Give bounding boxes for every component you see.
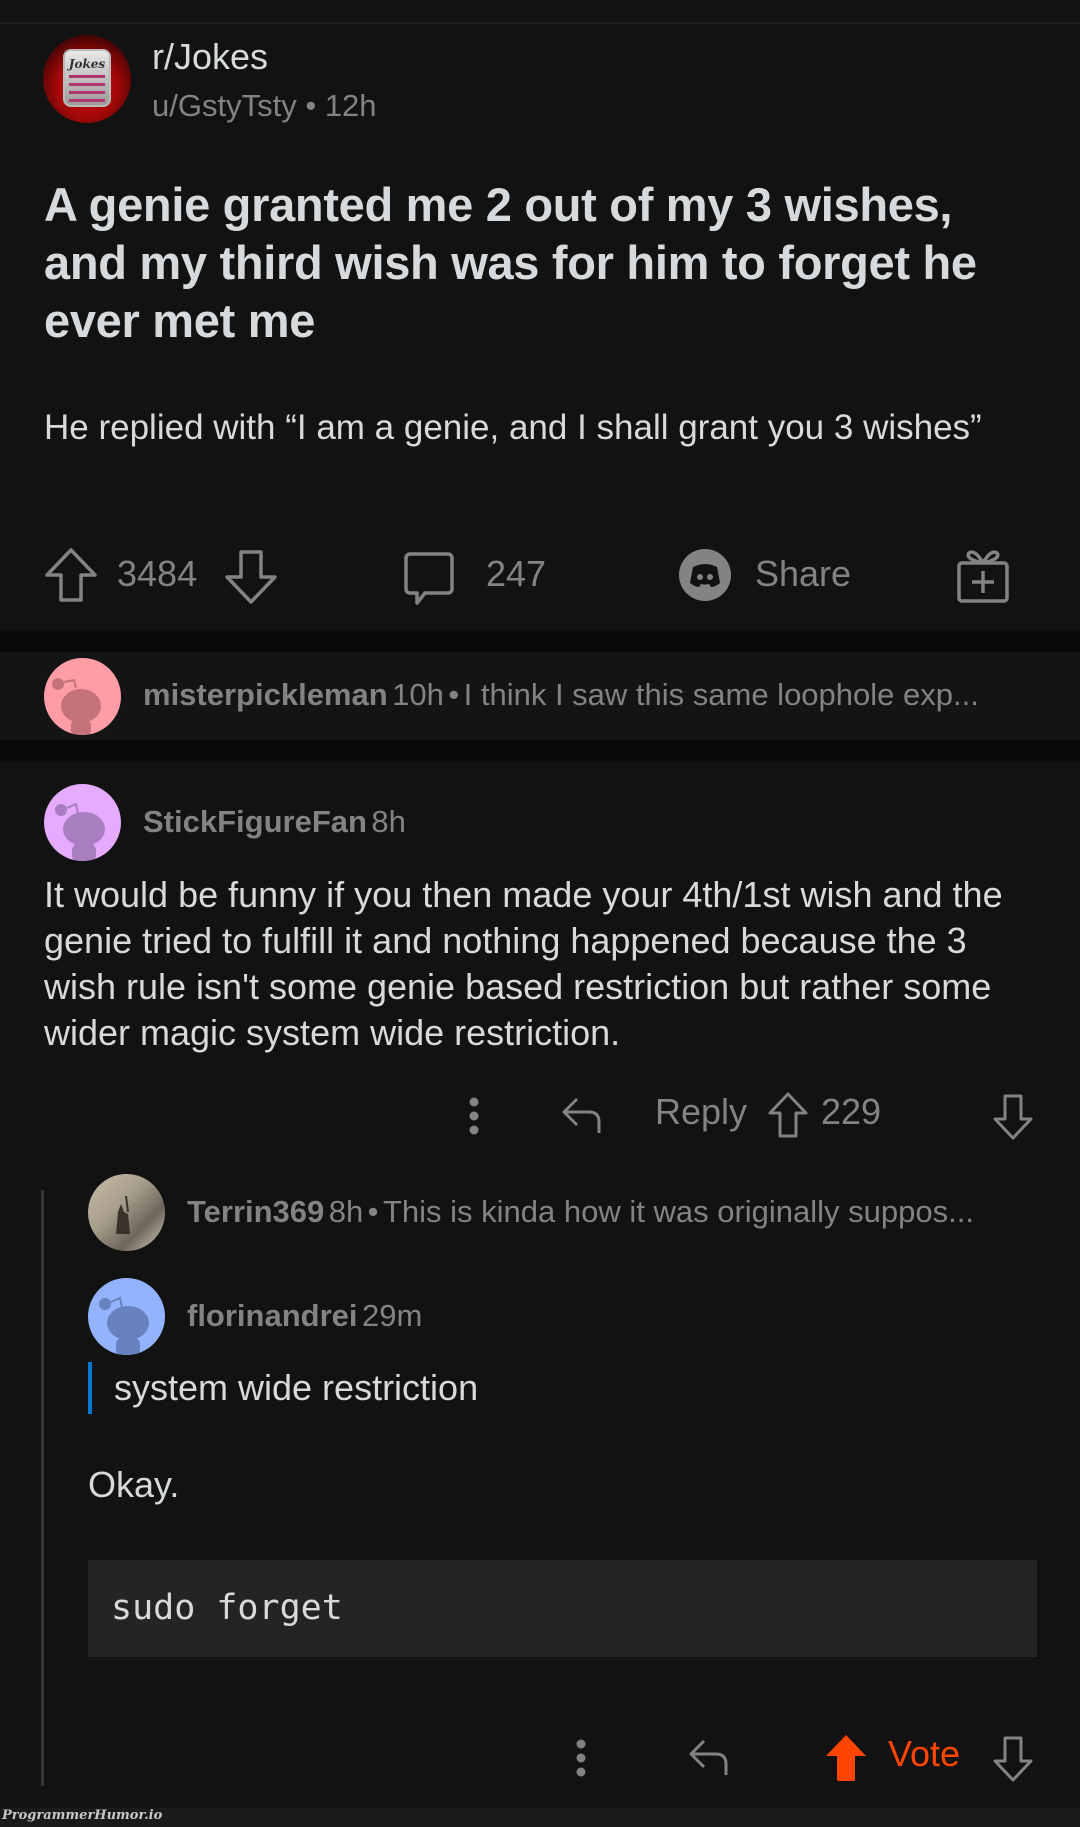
user-avatar[interactable] <box>44 658 121 735</box>
subreddit-name[interactable]: r/Jokes <box>152 36 268 78</box>
reply-icon[interactable] <box>561 1095 603 1137</box>
more-options-icon[interactable] <box>574 1737 588 1779</box>
comment-body: Okay. <box>88 1464 180 1505</box>
section-divider <box>0 630 1080 652</box>
more-options-icon[interactable] <box>467 1095 481 1137</box>
post-action-bar: 3484 247 Share <box>0 545 1080 605</box>
comment-age: 8h <box>328 1194 364 1229</box>
comment-username[interactable]: misterpickleman <box>143 677 388 712</box>
user-avatar[interactable] <box>88 1174 165 1251</box>
meta-separator: • <box>305 88 317 123</box>
comment-age: 8h <box>371 804 406 839</box>
comment-username[interactable]: florinandrei <box>187 1298 358 1333</box>
comment-username[interactable]: StickFigureFan <box>143 804 367 839</box>
section-divider <box>0 740 1080 762</box>
downvote-icon[interactable] <box>992 1735 1034 1783</box>
share-button[interactable]: Share <box>755 553 851 595</box>
collapsed-comment[interactable]: Terrin369 8h • This is kinda how it was … <box>187 1194 974 1230</box>
post-score: 3484 <box>117 553 198 594</box>
comment-score: 229 <box>821 1091 882 1132</box>
downvote-icon[interactable] <box>992 1093 1034 1141</box>
thread-line[interactable] <box>41 1190 44 1786</box>
comment-count[interactable]: 247 <box>486 553 546 595</box>
subreddit-avatar[interactable]: Jokes <box>43 35 131 123</box>
downvote-icon[interactable] <box>224 549 278 605</box>
user-avatar[interactable] <box>88 1278 165 1355</box>
comment-age: 29m <box>361 1298 423 1333</box>
blockquote: system wide restriction <box>88 1362 478 1414</box>
comment-username[interactable]: Terrin369 <box>187 1194 324 1229</box>
comment-age: 10h <box>392 677 444 712</box>
watermark: ProgrammerHumor.io <box>0 1808 1080 1827</box>
comment-action-bar: Vote <box>0 1725 1080 1785</box>
upvote-active-icon[interactable] <box>824 1733 868 1783</box>
gift-award-icon[interactable] <box>955 547 1011 605</box>
snoo-icon <box>55 802 105 861</box>
post-body: He replied with “I am a genie, and I sha… <box>44 408 982 447</box>
reply-button[interactable]: Reply <box>655 1091 747 1133</box>
vote-label[interactable]: Vote <box>888 1733 960 1775</box>
upvote-icon[interactable] <box>44 547 98 603</box>
comment-preview: I think I saw this same loophole exp... <box>463 677 979 712</box>
comment-body: It would be funny if you then made your … <box>44 874 1003 1053</box>
post-meta: u/GstyTsty • 12h <box>152 88 377 124</box>
comment-preview: This is kinda how it was originally supp… <box>382 1194 974 1229</box>
watermark-text: ProgrammerHumor.io <box>2 1808 163 1823</box>
subreddit-icon-label: Jokes <box>68 57 106 71</box>
microphone-icon: Jokes <box>63 49 111 107</box>
code-block: sudo forget <box>88 1560 1037 1657</box>
collapsed-comment[interactable]: misterpickleman 10h • I think I saw this… <box>0 652 1080 740</box>
top-border <box>0 0 1080 24</box>
meta-separator: • <box>448 677 460 712</box>
cat-photo-icon <box>116 1195 130 1234</box>
user-avatar[interactable] <box>44 784 121 861</box>
upvote-icon[interactable] <box>767 1091 809 1139</box>
comment-action-bar: Reply 229 <box>0 1085 1080 1145</box>
post-age: 12h <box>324 88 377 123</box>
snoo-icon <box>99 1296 149 1355</box>
discord-share-icon[interactable] <box>678 548 732 602</box>
post-title: A genie granted me 2 out of my 3 wishes,… <box>44 178 977 347</box>
reply-icon[interactable] <box>688 1737 730 1779</box>
comment-icon[interactable] <box>403 551 455 607</box>
post-author[interactable]: u/GstyTsty <box>152 88 297 123</box>
snoo-icon <box>52 678 101 735</box>
meta-separator: • <box>367 1194 379 1229</box>
